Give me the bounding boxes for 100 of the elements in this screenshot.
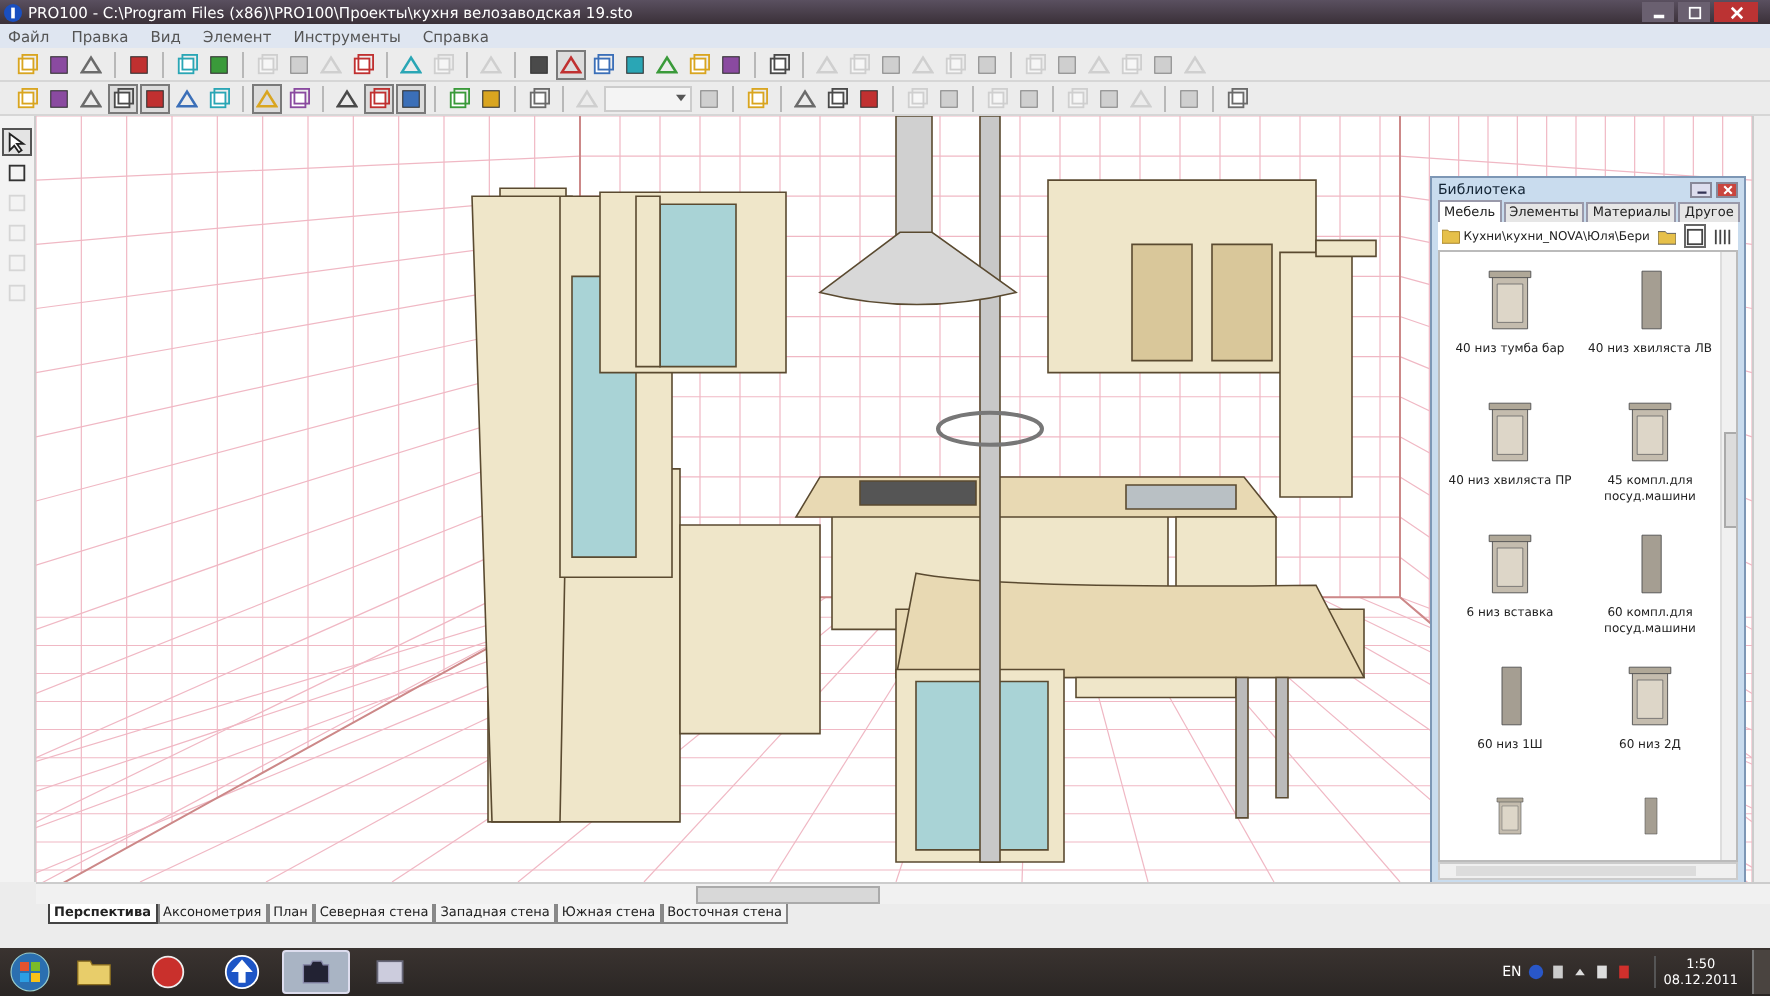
maximize-icon xyxy=(1687,5,1701,19)
tool-icon xyxy=(6,251,28,273)
toolbar-button[interactable] xyxy=(1222,83,1252,113)
horizontal-scrollbar[interactable] xyxy=(36,882,1770,904)
minimize-button[interactable] xyxy=(1690,181,1712,197)
cabinet-thumbnail[interactable] xyxy=(1626,400,1674,464)
tool-button[interactable] xyxy=(2,128,32,156)
toolbar-button[interactable] xyxy=(764,49,794,79)
caret-icon xyxy=(676,94,686,102)
close-icon xyxy=(1721,183,1733,195)
tool-icon xyxy=(816,53,838,75)
tool-icon xyxy=(6,161,28,183)
close-button[interactable] xyxy=(1714,2,1758,22)
tool-icon xyxy=(1120,53,1142,75)
tool-icon xyxy=(592,53,614,75)
scrollbar-thumb[interactable] xyxy=(1456,866,1696,876)
scrollbar-thumb[interactable] xyxy=(1724,432,1736,528)
clipboard-icon[interactable] xyxy=(1593,964,1610,980)
tool-icon xyxy=(80,53,102,75)
toolbar-button[interactable] xyxy=(524,83,554,113)
cabinet-thumbnail[interactable] xyxy=(1626,664,1674,728)
tool-icon xyxy=(288,53,310,75)
scrollbar-thumb[interactable] xyxy=(696,886,880,904)
arrow-up-icon[interactable] xyxy=(1571,964,1588,980)
tool-icon xyxy=(1066,87,1088,109)
tool-icon xyxy=(746,87,768,109)
tool-icon xyxy=(256,87,278,109)
toolbar-button[interactable] xyxy=(364,83,394,113)
window-icon xyxy=(372,954,408,990)
folder-icon xyxy=(1442,228,1460,244)
tool-icon xyxy=(826,87,848,109)
cabinet-thumbnail[interactable] xyxy=(1486,532,1534,596)
toolbar-button[interactable] xyxy=(822,83,852,113)
tool-icon xyxy=(768,53,790,75)
show-desktop-button[interactable] xyxy=(1752,950,1770,994)
tool-icon xyxy=(256,53,278,75)
tool-icon xyxy=(208,87,230,109)
tool-icon xyxy=(976,53,998,75)
app-icon xyxy=(4,3,22,21)
tool-icon xyxy=(656,53,678,75)
windows-logo-icon xyxy=(10,952,50,992)
tool-icon xyxy=(1178,87,1200,109)
tool-icon xyxy=(528,87,550,109)
tool-icon xyxy=(16,87,38,109)
toolbar-button[interactable] xyxy=(140,83,170,113)
tool-icon xyxy=(144,87,166,109)
toolbar-button[interactable] xyxy=(284,83,314,113)
tool-icon xyxy=(576,87,598,109)
tool-icon xyxy=(906,87,928,109)
tool-icon xyxy=(176,87,198,109)
tool-icon xyxy=(688,53,710,75)
tool-icon xyxy=(848,53,870,75)
tool-icon xyxy=(1088,53,1110,75)
network-icon[interactable] xyxy=(1549,964,1566,980)
minimize-button[interactable] xyxy=(1642,2,1674,22)
maximize-button[interactable] xyxy=(1678,2,1710,22)
tool-icon xyxy=(288,87,310,109)
tool-icon xyxy=(720,53,742,75)
tool-icon xyxy=(1056,53,1078,75)
toolbar-button[interactable] xyxy=(1710,224,1735,248)
tool-icon xyxy=(1184,53,1206,75)
cabinet-thumbnail[interactable] xyxy=(1486,400,1534,464)
taskbar-button[interactable] xyxy=(282,950,350,994)
tool-icon xyxy=(986,87,1008,109)
toolbar-button[interactable] xyxy=(556,49,586,79)
tool-icon xyxy=(80,87,102,109)
tool-icon xyxy=(560,53,582,75)
folder-up-icon xyxy=(1658,227,1677,245)
toolbar-button[interactable] xyxy=(396,83,426,113)
tool-icon xyxy=(912,53,934,75)
tool-icon xyxy=(400,53,422,75)
cabinet-thumbnail[interactable] xyxy=(1486,268,1534,332)
tool-icon xyxy=(6,191,28,213)
close-button[interactable] xyxy=(1716,181,1738,197)
toolbar-button[interactable] xyxy=(108,83,138,113)
columns-icon xyxy=(1713,227,1732,245)
tool-icon xyxy=(624,53,646,75)
toolbar-button[interactable] xyxy=(588,49,618,79)
tool-icon xyxy=(112,87,134,109)
tool-icon xyxy=(48,87,70,109)
horizontal-scrollbar[interactable] xyxy=(1438,862,1738,880)
tool-icon xyxy=(128,53,150,75)
sort-icon xyxy=(1685,227,1704,245)
tool-icon xyxy=(1226,87,1248,109)
tool-icon xyxy=(528,53,550,75)
tool-icon xyxy=(176,53,198,75)
tool-icon xyxy=(400,87,422,109)
tool-icon xyxy=(48,53,70,75)
tool-icon xyxy=(938,87,960,109)
tool-icon xyxy=(880,53,902,75)
tool-icon xyxy=(1098,87,1120,109)
tool-icon xyxy=(1152,53,1174,75)
tool-icon xyxy=(336,87,358,109)
tool-icon xyxy=(320,53,342,75)
cursor-icon xyxy=(6,131,28,153)
toolbar-button[interactable] xyxy=(348,49,378,79)
vertical-scrollbar[interactable] xyxy=(1720,252,1736,860)
start-button[interactable] xyxy=(6,950,54,994)
vertical-scrollbar[interactable] xyxy=(1752,116,1770,882)
toolbar-button[interactable] xyxy=(1683,224,1707,248)
